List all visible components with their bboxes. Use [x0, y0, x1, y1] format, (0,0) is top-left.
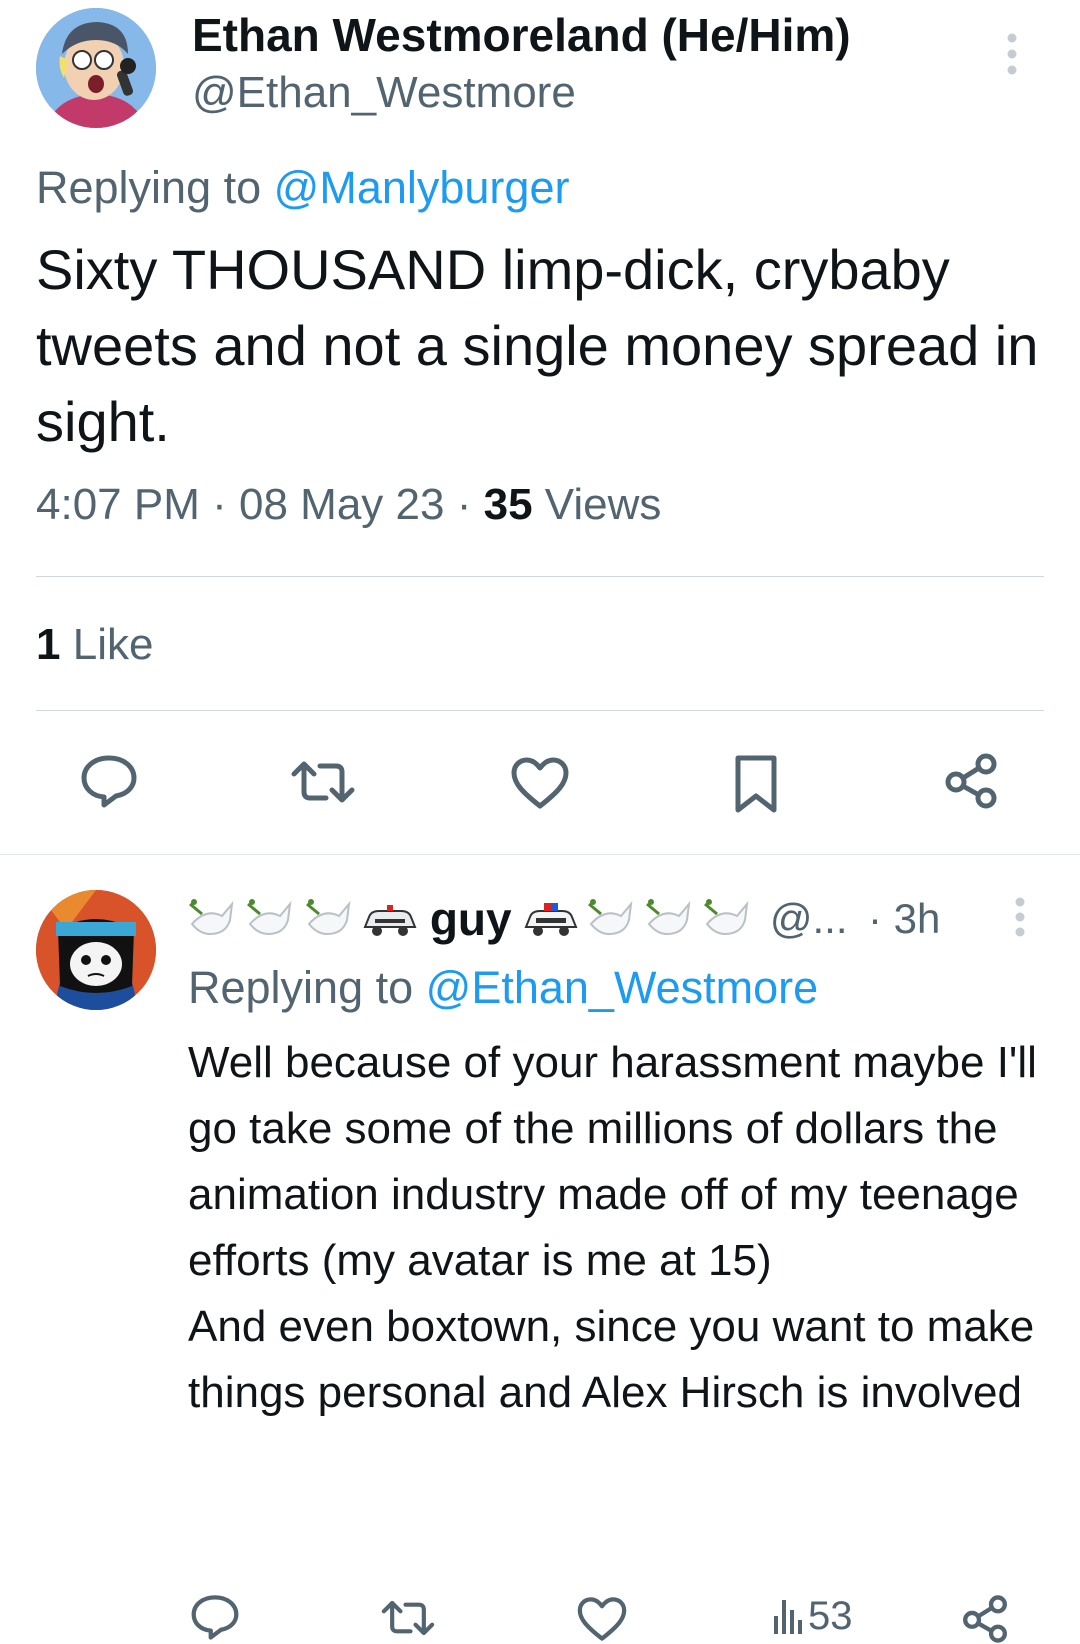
meta-separator: ·: [456, 480, 472, 529]
tweet-date[interactable]: 08 May 23: [239, 480, 444, 529]
retweet-icon[interactable]: [290, 758, 356, 806]
police-car-icon: [524, 903, 578, 936]
reply-views-count[interactable]: 53: [808, 1594, 853, 1639]
replying-to-line: Replying to @Manlyburger: [36, 162, 569, 214]
dove-icon: [247, 899, 292, 936]
bookmark-icon[interactable]: [732, 754, 780, 814]
more-options-icon[interactable]: [1000, 30, 1024, 80]
dove-icon: [587, 899, 632, 936]
reply-author-avatar[interactable]: [36, 890, 156, 1010]
reply-more-options-icon[interactable]: [1008, 896, 1032, 940]
avatar-cartoon-character: [36, 890, 156, 1010]
reply-author-header[interactable]: guy @... · 3h: [186, 892, 1016, 952]
meta-separator: ·: [212, 480, 227, 529]
share-icon[interactable]: [942, 752, 1000, 810]
like-icon[interactable]: [576, 1596, 628, 1642]
reply-time[interactable]: · 3h: [868, 895, 940, 943]
reply-text-paragraph: Well because of your harassment maybe I'…: [188, 1038, 1037, 1285]
views-icon[interactable]: [772, 1596, 802, 1634]
divider: [36, 576, 1044, 577]
author-handle[interactable]: @Ethan_Westmore: [192, 68, 576, 118]
reply-text-paragraph: And even boxtown, since you want to make…: [188, 1302, 1035, 1417]
retweet-icon[interactable]: [380, 1598, 436, 1638]
replying-to-mention[interactable]: @Ethan_Westmore: [426, 962, 819, 1013]
tweet-metadata: 4:07 PM · 08 May 23 · 35 Views: [36, 480, 661, 530]
dove-icon: [189, 899, 234, 936]
replying-to-prefix: Replying to: [188, 962, 414, 1013]
likes-count: 1: [36, 620, 61, 669]
dove-icon: [305, 899, 351, 936]
author-avatar[interactable]: [36, 8, 156, 128]
views-count[interactable]: 35: [484, 480, 533, 529]
reply-replying-to-line: Replying to @Ethan_Westmore: [188, 962, 818, 1014]
likes-summary[interactable]: 1 Like: [36, 620, 153, 670]
avatar-cartoon-singer: [36, 8, 156, 128]
reply-icon[interactable]: [80, 754, 138, 808]
divider: [0, 854, 1080, 855]
like-icon[interactable]: [510, 756, 570, 810]
likes-label: Like: [72, 620, 154, 669]
replying-to-prefix: Replying to: [36, 162, 262, 213]
dove-icon: [645, 899, 691, 936]
reply-tweet-text: Well because of your harassment maybe I'…: [188, 1030, 1058, 1426]
dove-icon: [704, 899, 749, 936]
author-name[interactable]: Ethan Westmoreland (He/Him): [192, 8, 851, 62]
reply-author-handle[interactable]: @...: [770, 895, 848, 943]
replying-to-mention[interactable]: @Manlyburger: [274, 162, 570, 213]
tweet-time[interactable]: 4:07 PM: [36, 480, 200, 529]
police-car-icon: [363, 905, 417, 936]
tweet-text: Sixty THOUSAND limp-dick, crybaby tweets…: [36, 238, 1039, 453]
views-label: Views: [544, 480, 662, 529]
reply-author-name[interactable]: guy: [430, 892, 512, 946]
reply-icon[interactable]: [190, 1594, 240, 1640]
divider: [36, 710, 1044, 711]
